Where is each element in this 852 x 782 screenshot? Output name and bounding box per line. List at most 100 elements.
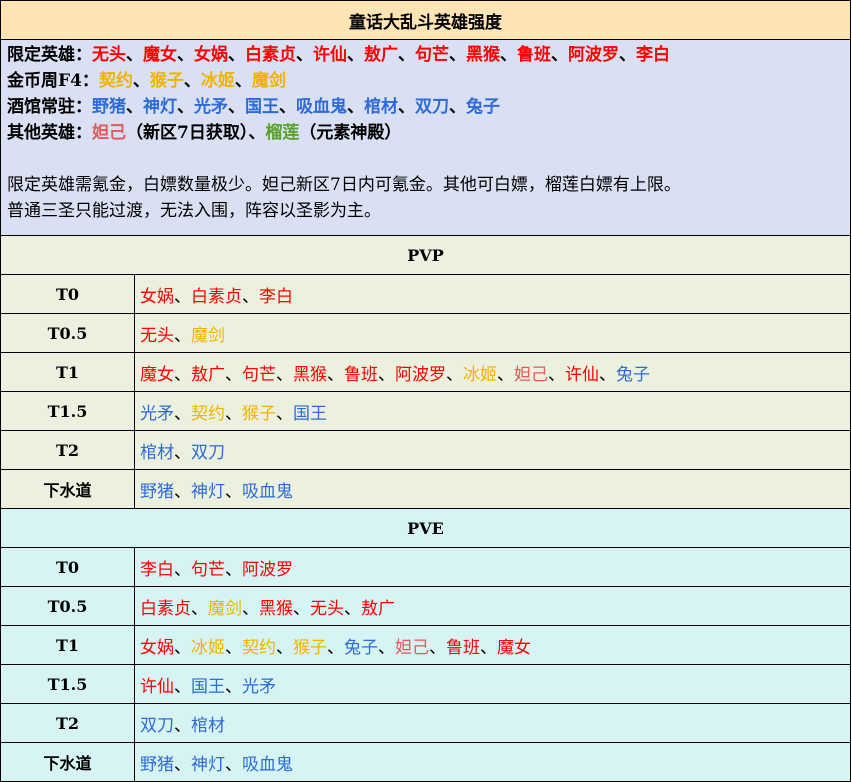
hero-name: 国王 [191,676,225,697]
separator: 、 [174,559,191,580]
separator: 、 [398,97,415,117]
hero-name: 女娲 [194,45,228,65]
tier-label[interactable]: T1.5 [1,392,135,430]
separator: 、 [347,45,364,65]
hero-name: 吸血鬼 [242,754,293,775]
hero-name: 猴子 [293,637,327,658]
separator: 、 [551,45,568,65]
sheet-title: 童话大乱斗英雄强度 [349,12,502,33]
tier-heroes[interactable]: 棺材、双刀 [135,431,850,469]
intro-limited-label: 限定英雄： [7,45,92,65]
pvp-header: PVP [407,245,444,265]
tier-label[interactable]: T1.5 [1,665,135,703]
separator: 、 [378,364,395,385]
separator: 、 [276,403,293,424]
separator: 、 [378,637,395,658]
separator: 、 [344,598,361,619]
hero-name: 白素贞 [140,598,191,619]
tier-heroes[interactable]: 女娲、冰姬、契约、猴子、兔子、妲己、鲁班、魔女 [135,626,850,664]
separator: 、 [225,637,242,658]
hero-name: 国王 [245,97,279,117]
hero-name: 契约 [191,403,225,424]
separator: 、 [327,364,344,385]
separator: 、 [174,364,191,385]
hero-name: 神灯 [191,481,225,502]
separator: 、 [599,364,616,385]
hero-name: 魔女 [497,637,531,658]
separator: 、 [347,97,364,117]
tier-label[interactable]: T2 [1,431,135,469]
tier-label[interactable]: T0.5 [1,314,135,352]
hero-name: 黑猴 [293,364,327,385]
intro-other-label: 其他英雄： [7,123,92,143]
hero-name: 女娲 [140,637,174,658]
tier-heroes[interactable]: 野猪、神灯、吸血鬼 [135,743,850,781]
intro-coin-label: 金币周F4： [7,71,99,91]
hero-name: 女娲 [140,286,174,307]
intro-cell[interactable]: 限定英雄：无头、魔女、女娲、白素贞、许仙、敖广、句芒、黑猴、鲁班、阿波罗、李白 … [1,40,851,236]
hero-name: 白素贞 [191,286,242,307]
hero-name: 鲁班 [446,637,480,658]
tier-heroes[interactable]: 野猪、神灯、吸血鬼 [135,470,850,508]
separator: 、 [449,45,466,65]
pvp-tier-row: 下水道 野猪、神灯、吸血鬼 [1,470,851,509]
hero-name: 黑猴 [466,45,500,65]
tier-label[interactable]: T0 [1,275,135,313]
pvp-tiers: T0 女娲 、白素贞、李白 T0.5 无头、魔剑 T1 魔女、敖广、句芒、黑猴、鲁班、阿波… [1,275,851,509]
tier-heroes[interactable]: 女娲 、白素贞、李白 [135,275,850,313]
tier-heroes[interactable]: 光矛、契约、猴子、国王 [135,392,850,430]
hero-name: 棺材 [191,715,225,736]
pve-tier-row: 下水道 野猪、神灯、吸血鬼 [1,743,851,782]
intro-note-2: 普通三圣只能过渡，无法入围，阵容以圣影为主。 [7,201,381,221]
tier-heroes[interactable]: 魔女、敖广、句芒、黑猴、鲁班、阿波罗、冰姬、妲己、许仙、兔子 [135,353,850,391]
hero-name: 棺材 [364,97,398,117]
hero-name: 魔剑 [251,71,286,91]
pve-header-cell[interactable]: PVE [1,509,851,548]
intro-other-line: 其他英雄：妲己（新区7日获取）、榴莲（元素神殿） [7,120,844,146]
hero-name: 双刀 [191,442,225,463]
tier-heroes[interactable]: 双刀、棺材 [135,704,850,742]
sheet-title-cell[interactable]: 童话大乱斗英雄强度 [1,1,851,40]
tier-heroes[interactable]: 白素贞、魔剑、黑猴、无头、敖广 [135,587,850,625]
tier-label[interactable]: T0.5 [1,587,135,625]
tier-label[interactable]: 下水道 [1,743,135,781]
hero-name: 魔剑 [191,325,225,346]
tier-heroes[interactable]: 李白、句芒、阿波罗 [135,548,850,586]
hero-name: 无头 [140,325,174,346]
separator: 、 [429,637,446,658]
hero-daji-note: （新区7日获取） [126,123,249,143]
tier-label[interactable]: T1 [1,626,135,664]
tier-heroes[interactable]: 无头、魔剑 [135,314,850,352]
separator: 、 [174,676,191,697]
separator: 、 [174,325,191,346]
intro-blank-line [7,146,844,172]
pvp-tier-row: T2 棺材、双刀 [1,431,851,470]
hero-name: 神灯 [191,754,225,775]
intro-limited-line: 限定英雄：无头、魔女、女娲、白素贞、许仙、敖广、句芒、黑猴、鲁班、阿波罗、李白 [7,42,844,68]
hero-name: 光矛 [242,676,276,697]
hero-name: 猴子 [149,71,184,91]
separator: 、 [225,481,242,502]
pve-tier-row: T0 李白、句芒、阿波罗 [1,548,851,587]
separator: 、 [225,559,242,580]
hero-name: 光矛 [194,97,228,117]
pvp-header-cell[interactable]: PVP [1,236,851,275]
separator: 、 [228,45,245,65]
tier-label[interactable]: T1 [1,353,135,391]
tier-heroes[interactable]: 许仙、国王、光矛 [135,665,850,703]
pve-tier-row: T1 女娲、冰姬、契约、猴子、兔子、妲己、鲁班、魔女 [1,626,851,665]
separator: 、 [242,598,259,619]
hero-name: 野猪 [140,754,174,775]
hero-name: 野猪 [92,97,126,117]
hero-name: 兔子 [466,97,500,117]
tier-label[interactable]: 下水道 [1,470,135,508]
hero-name: 敖广 [361,598,395,619]
hero-name: 李白 [140,559,174,580]
tier-label[interactable]: T0 [1,548,135,586]
separator: 、 [225,676,242,697]
tier-label[interactable]: T2 [1,704,135,742]
hero-name: 阿波罗 [242,559,293,580]
pvp-tier-row: T1 魔女、敖广、句芒、黑猴、鲁班、阿波罗、冰姬、妲己、许仙、兔子 [1,353,851,392]
pve-tier-row: T1.5 许仙、国王、光矛 [1,665,851,704]
separator: 、 [276,364,293,385]
